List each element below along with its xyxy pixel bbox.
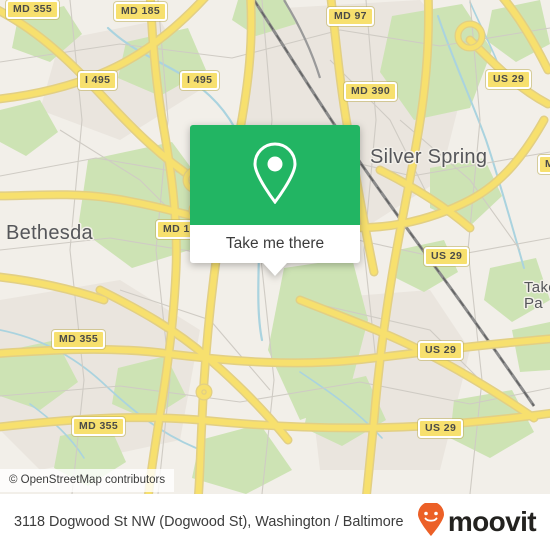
route-shield-md355-b[interactable]: MD 355 xyxy=(52,330,106,349)
route-shield-md-partial[interactable]: M xyxy=(538,155,550,174)
map-pin-icon xyxy=(249,142,301,209)
moovit-smiley-pin-icon xyxy=(416,501,446,542)
callout-pin-panel xyxy=(190,125,360,225)
route-shield-us29-d[interactable]: US 29 xyxy=(418,419,464,438)
route-shield-md390[interactable]: MD 390 xyxy=(344,82,398,101)
map-canvas[interactable]: Bethesda Silver Spring Takoma Pa MD 355 … xyxy=(0,0,550,494)
route-shield-i495-a[interactable]: I 495 xyxy=(78,71,118,90)
route-shield-md97[interactable]: MD 97 xyxy=(327,7,374,26)
route-shield-md355-c[interactable]: MD 355 xyxy=(72,417,126,436)
osm-attribution-text: © OpenStreetMap contributors xyxy=(9,474,166,486)
take-me-there-callout[interactable]: Take me there xyxy=(190,125,360,276)
footer-bar: 3118 Dogwood St NW (Dogwood St), Washing… xyxy=(0,494,550,550)
take-me-there-button[interactable]: Take me there xyxy=(190,225,360,263)
osm-attribution[interactable]: © OpenStreetMap contributors xyxy=(0,469,175,492)
map-label-takoma-park-line1: Takoma xyxy=(524,279,550,296)
route-shield-md185[interactable]: MD 185 xyxy=(114,2,168,21)
map-label-bethesda: Bethesda xyxy=(6,222,93,244)
route-shield-us29-c[interactable]: US 29 xyxy=(418,341,464,360)
moovit-wordmark: moovit xyxy=(447,506,537,537)
take-me-there-label: Take me there xyxy=(225,235,325,252)
route-shield-us29-b[interactable]: US 29 xyxy=(424,247,470,266)
route-shield-md355-a[interactable]: MD 355 xyxy=(6,0,60,19)
callout-pointer xyxy=(263,263,287,276)
moovit-logo[interactable]: moovit xyxy=(416,501,550,542)
route-shield-i495-b[interactable]: I 495 xyxy=(180,71,220,90)
address-text: 3118 Dogwood St NW (Dogwood St), Washing… xyxy=(14,513,404,530)
map-label-takoma-park-line2: Pa xyxy=(524,295,543,312)
map-label-silver-spring: Silver Spring xyxy=(370,146,488,168)
route-shield-us29-a[interactable]: US 29 xyxy=(486,70,532,89)
